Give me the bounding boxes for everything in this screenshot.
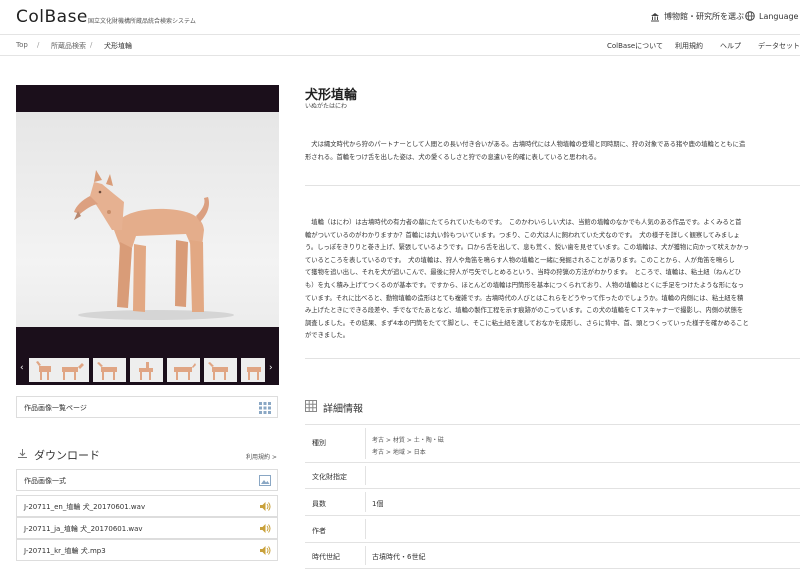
museum-icon: [651, 12, 659, 21]
description-line: も）を丸く積み上げてつくるのが基本です。ですから、ほとんどの埴輪は円筒形を基本に…: [305, 281, 744, 289]
details-title: 詳細情報: [323, 404, 363, 415]
nav-help[interactable]: ヘルプ: [720, 41, 741, 51]
description-line: ているところを表しているのです。 犬の埴輪は、狩人や角笛を鳴らす人物の埴輪と一緒…: [305, 256, 735, 264]
speaker-icon: [260, 524, 271, 533]
row-divider: [365, 428, 366, 459]
gallery-link-label: 作品画像一覧ページ: [24, 404, 87, 412]
detail-row: 員数 1個: [305, 489, 800, 516]
breadcrumb-bar: Top / 所蔵品検索 / 犬形埴輪 ColBaseについて 利用規約 ヘルプ …: [0, 34, 800, 56]
description-line: 調査しました。その結果、まず4本の円筒をたてて脚とし、そこに粘土紐を渡しておなか…: [305, 319, 749, 327]
description-line: て獲物を追い出し、それを犬が追いこんで、最後に狩人が弓矢でしとめるという、当時の…: [305, 269, 741, 277]
breadcrumb-search[interactable]: 所蔵品検索: [51, 41, 86, 51]
details-grid-icon: [305, 400, 317, 412]
divider: [305, 185, 800, 186]
grid-icon: [259, 402, 271, 414]
photo-backdrop: [16, 112, 279, 327]
nav-dataset[interactable]: データセット: [758, 41, 800, 51]
breadcrumb-separator: /: [37, 41, 40, 49]
detail-key: 作者: [312, 527, 326, 535]
classification-link[interactable]: 日本: [414, 449, 426, 456]
description-line: 形される。首輪をつけ舌を出した姿は、犬の愛くるしさと狩での息遣いを的確に表してい…: [305, 153, 601, 161]
classification-path: 考古 > 地域 > 日本: [372, 449, 426, 456]
description-short: 犬は縄文時代から狩のパートナーとして人間との長い付き合いがある。古墳時代には人物…: [305, 139, 797, 164]
detail-row: 種別 考古 > 材質 > 土・陶・磁 考古 > 地域 > 日本: [305, 425, 800, 463]
detail-value: 古墳時代・6世紀: [372, 553, 426, 561]
download-item[interactable]: 作品画像一式: [16, 469, 278, 491]
detail-key: 種別: [312, 439, 326, 447]
description-line: う。しっぽをきりりと巻き上げ、緊張しているようです。口から舌を出して、息も荒く、…: [305, 244, 749, 252]
classification-link[interactable]: 土・陶・磁: [414, 437, 444, 444]
detail-row: 時代世紀 古墳時代・6世紀: [305, 543, 800, 569]
description-line: 埴輪（はにわ）は古墳時代の有力者の墓にたてられていたものです。 このかわいらしい…: [305, 219, 742, 226]
description-line: 犬は縄文時代から狩のパートナーとして人間との長い付き合いがある。古墳時代には人物…: [305, 141, 746, 148]
classification-link[interactable]: 材質: [393, 437, 405, 444]
detail-row: 文化財指定: [305, 463, 800, 489]
download-item[interactable]: J-20711_kr_埴輪 犬.mp3: [16, 539, 278, 561]
row-divider: [365, 492, 366, 512]
download-terms-link[interactable]: 利用規約 >: [246, 452, 277, 461]
speaker-icon: [260, 546, 271, 555]
thumbnail[interactable]: [167, 358, 200, 382]
globe-icon: [745, 11, 755, 21]
breadcrumb-top[interactable]: Top: [16, 41, 28, 49]
download-item[interactable]: J-20711_en_埴輪 犬_20170601.wav: [16, 495, 278, 517]
download-item-label: 作品画像一式: [24, 477, 66, 485]
detail-row: 作者: [305, 516, 800, 543]
detail-key: 文化財指定: [312, 473, 347, 481]
classification-link[interactable]: 考古: [372, 437, 384, 444]
breadcrumb-separator: /: [90, 41, 93, 49]
breadcrumb-current: 犬形埴輪: [104, 42, 132, 50]
divider: [305, 358, 800, 359]
download-item[interactable]: J-20711_ja_埴輪 犬_20170601.wav: [16, 517, 278, 539]
download-icon: [18, 449, 27, 458]
row-divider: [365, 546, 366, 565]
thumbnail[interactable]: [56, 358, 89, 382]
nav-terms[interactable]: 利用規約: [675, 41, 703, 51]
speaker-icon: [260, 502, 271, 511]
thumbnail[interactable]: [93, 358, 126, 382]
site-logo[interactable]: ColBase: [16, 7, 88, 27]
thumbnail[interactable]: [130, 358, 163, 382]
thumbnail[interactable]: [204, 358, 237, 382]
classification-link[interactable]: 考古: [372, 449, 384, 456]
detail-value: 1個: [372, 500, 384, 508]
thumbnail[interactable]: [241, 358, 265, 382]
description-line: ができました。: [305, 332, 350, 340]
gallery-link[interactable]: 作品画像一覧ページ: [16, 396, 278, 418]
download-item-label: J-20711_ja_埴輪 犬_20170601.wav: [24, 525, 143, 533]
image-icon: [259, 475, 271, 486]
row-divider: [365, 466, 366, 485]
thumbnail-prev-icon[interactable]: ‹: [20, 363, 24, 373]
classification-link[interactable]: 地域: [393, 449, 405, 456]
description-long: 埴輪（はにわ）は古墳時代の有力者の墓にたてられていたものです。 このかわいらしい…: [305, 217, 797, 343]
description-line: ています。それに比べると、動物埴輪の造形はとても複雑です。古墳時代の人びとはこれ…: [305, 294, 744, 302]
description-line: 輪がついているのがわかりますか？首輪には丸い鈴もついています。つまり、この犬は人…: [305, 231, 740, 239]
object-reading: いぬがたはにわ: [305, 103, 348, 110]
row-divider: [365, 519, 366, 539]
dog-haniwa-image: [74, 170, 234, 320]
description-line: み上げたときにできる段差や、手でなでたあとなど、埴輪の製作工程を示す痕跡がのこっ…: [305, 307, 744, 315]
language-button[interactable]: Language: [745, 11, 798, 21]
detail-key: 員数: [312, 500, 326, 508]
download-item-label: J-20711_en_埴輪 犬_20170601.wav: [24, 503, 146, 511]
download-item-label: J-20711_kr_埴輪 犬.mp3: [24, 547, 106, 555]
museum-select-button[interactable]: 博物館・研究所を選ぶ: [650, 11, 744, 22]
site-subtitle: 国立文化財機構所蔵品統合検索システム: [88, 18, 196, 25]
site-header: ColBase 国立文化財機構所蔵品統合検索システム 博物館・研究所を選ぶ La…: [0, 0, 800, 34]
language-label: Language: [759, 11, 799, 21]
thumbnail-strip: ‹ ›: [16, 355, 279, 385]
download-title: ダウンロード: [34, 449, 100, 462]
detail-key: 時代世紀: [312, 553, 340, 561]
thumbnail-next-icon[interactable]: ›: [269, 363, 273, 373]
main-photo[interactable]: [16, 85, 279, 355]
nav-about[interactable]: ColBaseについて: [607, 41, 663, 51]
classification-path: 考古 > 材質 > 土・陶・磁: [372, 437, 444, 444]
museum-select-label: 博物館・研究所を選ぶ: [664, 12, 744, 21]
